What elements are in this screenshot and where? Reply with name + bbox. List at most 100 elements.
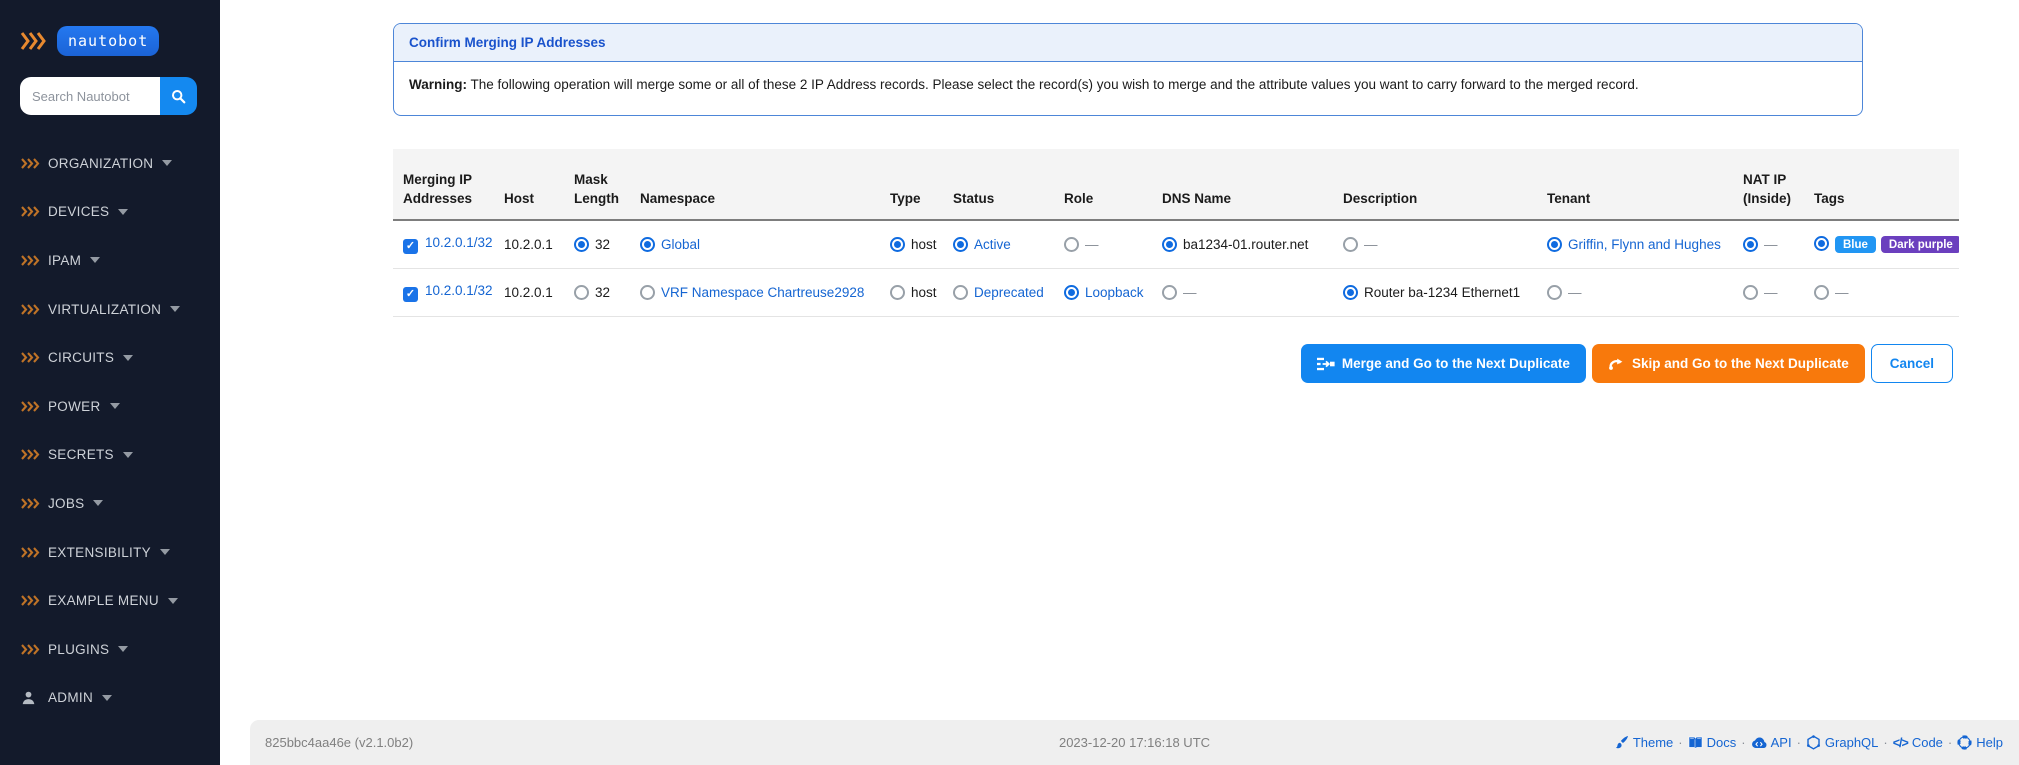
sidebar-item-label: SECRETS <box>48 447 114 463</box>
chevron-down-icon <box>170 306 181 313</box>
merge-checkbox[interactable]: ✓ <box>403 286 418 302</box>
sidebar-item-extensibility[interactable]: EXTENSIBILITY <box>0 528 220 577</box>
triple-chevron-icon <box>21 255 48 266</box>
footer-link-docs[interactable]: Docs <box>1688 735 1736 750</box>
footer-link-separator: · <box>1883 735 1888 750</box>
nautobot-logo[interactable]: nautobot <box>20 26 160 56</box>
role-value: — <box>1085 236 1099 252</box>
skip-button[interactable]: Skip and Go to the Next Duplicate <box>1591 344 1865 383</box>
column-header-namespace: Namespace <box>640 149 890 221</box>
chevron-down-icon <box>123 354 134 361</box>
footer-timestamp: 2023-12-20 17:16:18 UTC <box>1058 735 1211 750</box>
sidebar-item-label: VIRTUALIZATION <box>48 301 162 317</box>
status-radio[interactable] <box>953 284 968 300</box>
dns-name-value: — <box>1183 284 1197 300</box>
sidebar-nav: ORGANIZATION DEVICES IPAM VIRTUALIZATION CIR… <box>0 139 220 722</box>
chevron-down-icon <box>93 500 104 507</box>
description-radio[interactable] <box>1343 284 1358 300</box>
role-value[interactable]: Loopback <box>1085 285 1144 300</box>
description-radio[interactable] <box>1343 236 1358 252</box>
footer: 825bbc4aa46e (v2.1.0b2) 2023-12-20 17:16… <box>250 720 2019 765</box>
chevron-down-icon <box>90 257 101 264</box>
graphql-icon <box>1806 735 1821 750</box>
merge-button-label: Merge and Go to the Next Duplicate <box>1341 356 1570 371</box>
sidebar-item-secrets[interactable]: SECRETS <box>0 431 220 480</box>
sidebar-item-virtualization[interactable]: VIRTUALIZATION <box>0 285 220 334</box>
sidebar-item-circuits[interactable]: CIRCUITS <box>0 333 220 382</box>
column-header-tags: Tags <box>1814 149 1959 221</box>
tenant-radio[interactable] <box>1547 284 1562 300</box>
footer-link-label: API <box>1770 735 1792 750</box>
footer-link-help[interactable]: Help <box>1957 735 2003 750</box>
table-row: ✓ 10.2.0.1/32 10.2.0.1 32 Global host Active — b… <box>393 220 1959 269</box>
nautobot-app: nautobot ORGANIZATION DEVICES IPAM VIRTUALI… <box>0 0 2019 765</box>
tenant-value[interactable]: Griffin, Flynn and Hughes <box>1568 237 1721 252</box>
nat-ip-radio[interactable] <box>1743 284 1758 300</box>
footer-link-api[interactable]: API <box>1751 735 1792 750</box>
triple-chevron-icon <box>21 546 48 558</box>
tags-radio[interactable] <box>1814 235 1829 251</box>
chevron-down-icon <box>167 597 178 604</box>
footer-link-code[interactable]: </> Code <box>1893 735 1943 750</box>
namespace-radio[interactable] <box>640 284 655 300</box>
status-value[interactable]: Active <box>974 237 1011 252</box>
chevron-down-icon <box>102 694 112 701</box>
ip-address-link[interactable]: 10.2.0.1/32 <box>425 283 493 298</box>
code-icon: </> <box>1892 735 1909 750</box>
api-icon <box>1751 736 1767 749</box>
sidebar-item-power[interactable]: POWER <box>0 382 220 431</box>
tags-value: — <box>1835 284 1849 300</box>
nat-ip-radio[interactable] <box>1743 236 1758 252</box>
nat-ip-value: — <box>1764 236 1778 252</box>
theme-icon <box>1614 735 1629 750</box>
mask-length-radio[interactable] <box>574 284 589 300</box>
sidebar: nautobot ORGANIZATION DEVICES IPAM VIRTUALI… <box>0 0 220 765</box>
column-header-role: Role <box>1064 149 1162 221</box>
column-header-merging-ip-addresses: Merging IP Addresses <box>393 149 504 221</box>
description-value: Router ba-1234 Ethernet1 <box>1364 284 1521 300</box>
sidebar-item-jobs[interactable]: JOBS <box>0 479 220 528</box>
tags-radio[interactable] <box>1814 284 1829 300</box>
namespace-value[interactable]: Global <box>661 237 700 252</box>
tenant-radio[interactable] <box>1547 236 1562 252</box>
search-button[interactable] <box>160 77 197 115</box>
dns-name-radio[interactable] <box>1162 284 1177 300</box>
sidebar-item-devices[interactable]: DEVICES <box>0 188 220 237</box>
footer-link-theme[interactable]: Theme <box>1614 735 1673 750</box>
sidebar-item-plugins[interactable]: PLUGINS <box>0 625 220 674</box>
role-radio[interactable] <box>1064 284 1079 300</box>
footer-link-graphql[interactable]: GraphQL <box>1806 735 1878 750</box>
ip-address-link[interactable]: 10.2.0.1/32 <box>425 235 493 250</box>
dns-name-radio[interactable] <box>1162 236 1177 252</box>
logo-text: nautobot <box>57 26 160 56</box>
role-radio[interactable] <box>1064 236 1079 252</box>
mask-length-radio[interactable] <box>574 236 589 252</box>
merge-button[interactable]: Merge and Go to the Next Duplicate <box>1300 344 1586 383</box>
namespace-radio[interactable] <box>640 236 655 252</box>
cancel-button[interactable]: Cancel <box>1870 344 1953 383</box>
sidebar-item-example-menu[interactable]: EXAMPLE MENU <box>0 576 220 625</box>
sidebar-item-label: JOBS <box>48 495 85 511</box>
footer-link-separator: · <box>1947 735 1953 750</box>
panel-title: Confirm Merging IP Addresses <box>394 24 1862 62</box>
column-header-dns-name: DNS Name <box>1162 149 1343 221</box>
chevron-down-icon <box>122 451 133 458</box>
footer-link-separator: · <box>1741 735 1746 750</box>
status-value[interactable]: Deprecated <box>974 285 1044 300</box>
footer-version: 825bbc4aa46e (v2.1.0b2) <box>265 735 414 750</box>
type-radio[interactable] <box>890 236 905 252</box>
mask-length-value: 32 <box>595 236 611 252</box>
chevron-down-icon <box>109 403 120 410</box>
namespace-value[interactable]: VRF Namespace Chartreuse2928 <box>661 285 864 300</box>
sidebar-item-ipam[interactable]: IPAM <box>0 236 220 285</box>
sidebar-item-admin[interactable]: ADMIN <box>0 674 220 723</box>
sidebar-item-organization[interactable]: ORGANIZATION <box>0 139 220 188</box>
logo-chevrons-icon <box>20 32 46 50</box>
confirm-merge-panel: Confirm Merging IP Addresses Warning: Th… <box>393 23 1863 116</box>
column-header-mask-length: Mask Length <box>574 149 640 221</box>
docs-icon <box>1688 735 1703 750</box>
type-radio[interactable] <box>890 284 905 300</box>
search-input[interactable] <box>20 77 160 115</box>
status-radio[interactable] <box>953 236 968 252</box>
merge-checkbox[interactable]: ✓ <box>403 238 418 254</box>
